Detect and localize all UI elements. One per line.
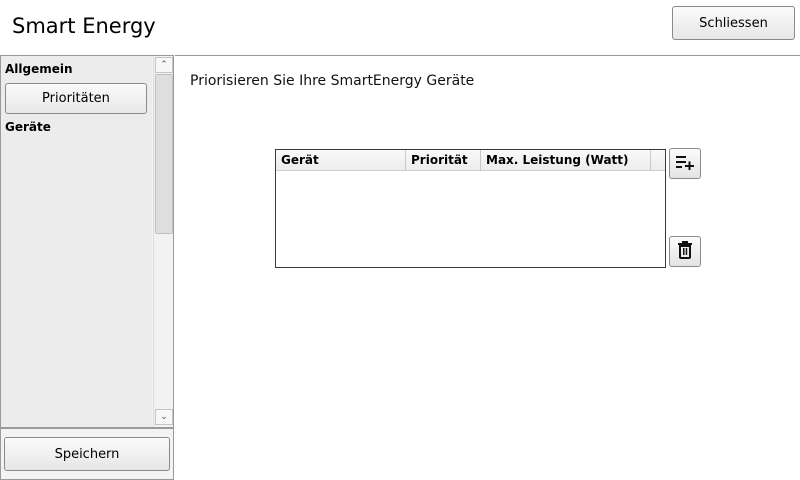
section-label-geraete: Geräte (5, 120, 51, 134)
section-label-allgemein: Allgemein (5, 62, 73, 76)
page-subtitle: Priorisieren Sie Ihre SmartEnergy Geräte (190, 73, 475, 89)
column-header-geraet[interactable]: Gerät (276, 150, 406, 171)
column-header-filler (651, 150, 665, 171)
devices-table[interactable]: Gerät Priorität Max. Leistung (Watt) (275, 149, 666, 268)
trash-icon (677, 240, 693, 263)
save-button[interactable]: Speichern (4, 437, 170, 471)
sidebar-scrollbar[interactable]: ⌃ ⌄ (153, 56, 173, 427)
table-header: Gerät Priorität Max. Leistung (Watt) (276, 150, 665, 171)
header-divider (175, 55, 800, 56)
sidebar: Allgemein Prioritäten Geräte ⌃ ⌄ (0, 55, 174, 428)
column-header-max-leistung[interactable]: Max. Leistung (Watt) (481, 150, 651, 171)
sidebar-list: Allgemein Prioritäten Geräte (1, 56, 152, 427)
save-panel: Speichern (0, 428, 174, 480)
scroll-up-icon[interactable]: ⌃ (155, 57, 173, 73)
add-device-button[interactable] (669, 148, 701, 179)
app-title: Smart Energy (12, 14, 156, 38)
sidebar-item-prioritaeten[interactable]: Prioritäten (5, 83, 147, 114)
close-button[interactable]: Schliessen (672, 6, 795, 40)
delete-device-button[interactable] (669, 236, 701, 267)
column-header-prioritaet[interactable]: Priorität (406, 150, 481, 171)
add-list-icon (675, 154, 695, 174)
scroll-down-icon[interactable]: ⌄ (155, 409, 173, 425)
scroll-thumb[interactable] (155, 74, 173, 234)
